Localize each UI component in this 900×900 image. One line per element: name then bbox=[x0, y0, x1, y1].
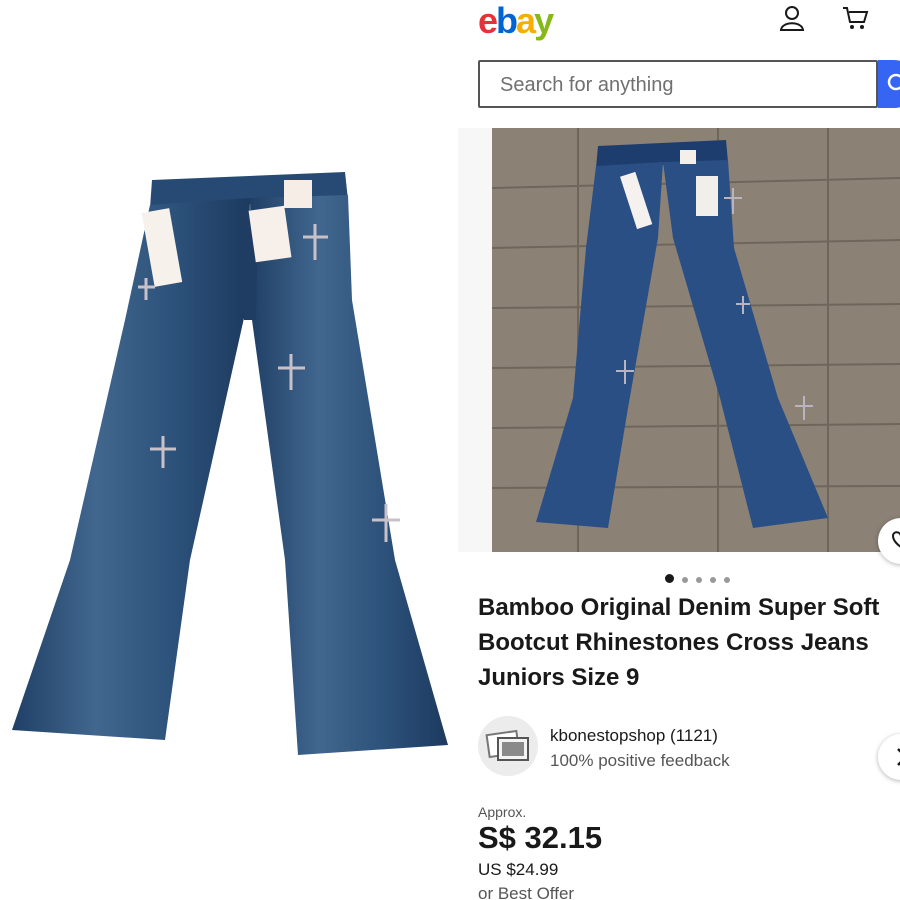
best-offer-text: or Best Offer bbox=[478, 884, 575, 900]
price-approx-label: Approx. bbox=[478, 804, 527, 820]
ebay-app-screen: ebay Search for anything Bamboo Original… bbox=[458, 0, 900, 900]
logo-letter-b: b bbox=[496, 0, 518, 41]
cart-icon[interactable] bbox=[841, 4, 869, 32]
heart-icon bbox=[891, 531, 900, 548]
watch-button[interactable] bbox=[878, 518, 900, 564]
pagination-dot-active bbox=[665, 574, 674, 584]
chevron-right-icon bbox=[897, 748, 900, 766]
search-placeholder: Search for anything bbox=[500, 74, 674, 96]
price-value: S$ 32.15 bbox=[478, 820, 603, 855]
pagination-dot bbox=[724, 577, 730, 583]
seller-name-link[interactable]: kbonestopshop (1121) bbox=[550, 726, 718, 746]
title-line: Bamboo Original Denim Super Soft bbox=[478, 594, 880, 621]
listing-title: Bamboo Original Denim Super Soft Bootcut… bbox=[478, 590, 900, 695]
listing-photo bbox=[491, 128, 900, 552]
gallery-pagination bbox=[665, 570, 738, 588]
logo-letter-y: y bbox=[534, 0, 554, 41]
user-icon[interactable] bbox=[778, 4, 806, 32]
image-gallery[interactable] bbox=[458, 128, 900, 552]
search-button[interactable] bbox=[878, 60, 900, 108]
seller-feedback: 100% positive feedback bbox=[550, 751, 730, 770]
ebay-logo[interactable]: ebay bbox=[478, 0, 554, 42]
photo-stack-icon bbox=[485, 729, 529, 761]
title-line: Bootcut Rhinestones Cross Jeans bbox=[478, 629, 869, 656]
search-icon bbox=[887, 73, 900, 91]
pagination-dot bbox=[710, 577, 716, 583]
title-line: Juniors Size 9 bbox=[478, 664, 640, 691]
jeans-illustration bbox=[12, 172, 448, 755]
search-input[interactable]: Search for anything bbox=[478, 60, 878, 108]
price-usd: US $24.99 bbox=[478, 860, 559, 879]
logo-letter-a: a bbox=[516, 0, 536, 41]
logo-letter-e: e bbox=[478, 0, 498, 41]
seller-chevron-button[interactable] bbox=[878, 734, 900, 780]
pagination-dot bbox=[696, 577, 702, 583]
seller-avatar[interactable] bbox=[478, 716, 538, 776]
product-photo-large bbox=[0, 0, 458, 900]
pagination-dot bbox=[682, 577, 688, 583]
